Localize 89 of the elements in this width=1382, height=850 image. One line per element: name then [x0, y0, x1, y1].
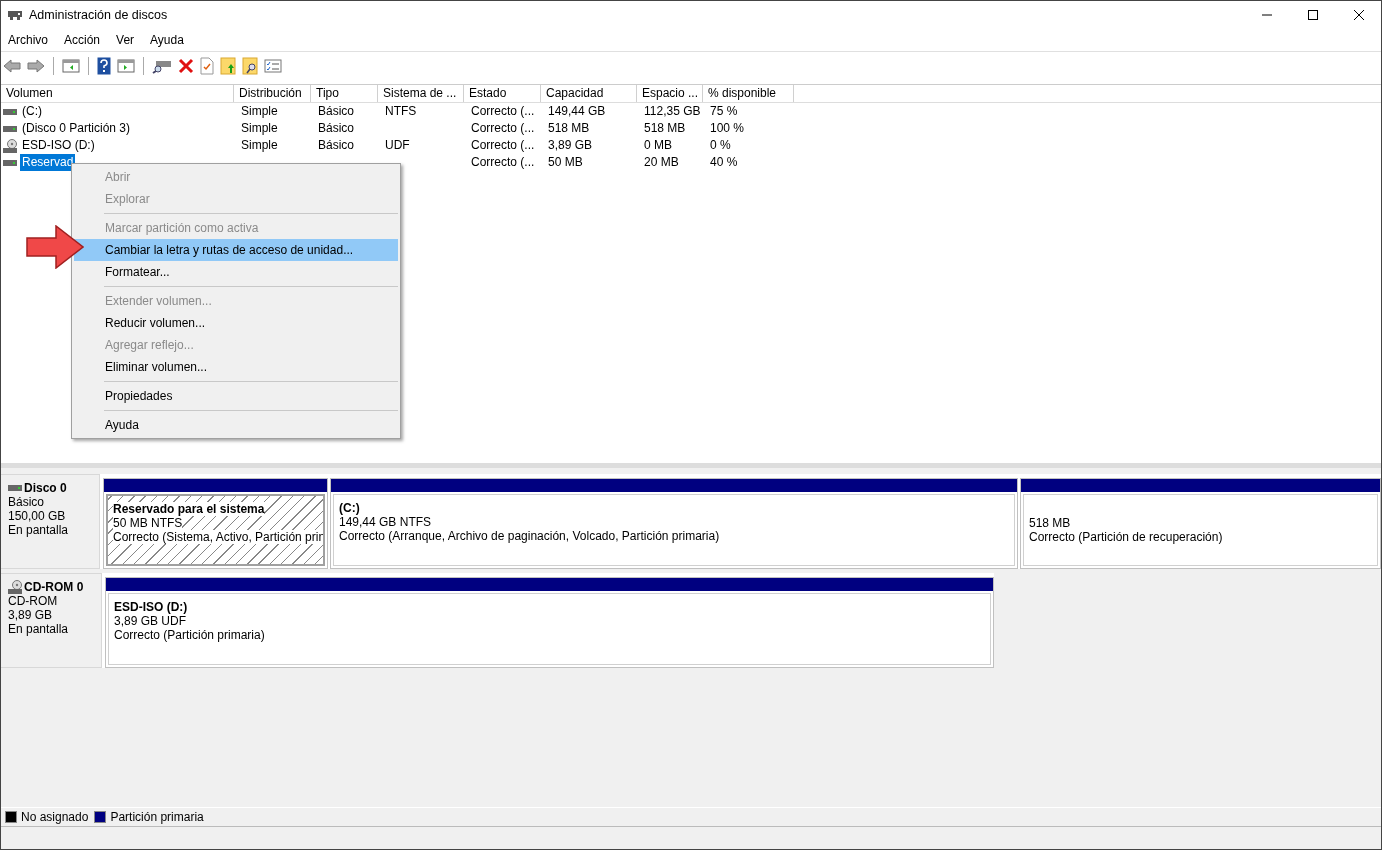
- table-cell: Correcto (...: [471, 137, 535, 154]
- help-icon[interactable]: [97, 57, 111, 75]
- menu-item[interactable]: Cambiar la letra y rutas de acceso de unidad...: [74, 239, 398, 261]
- menu-item[interactable]: Ver: [116, 33, 151, 47]
- volume-name[interactable]: (Disco 0 Partición 3): [20, 120, 133, 137]
- table-cell: Correcto (...: [471, 103, 535, 120]
- table-cell: 112,35 GB: [644, 103, 701, 120]
- table-cell: Básico: [318, 120, 355, 137]
- disk-type: CD-ROM: [8, 594, 59, 608]
- disk-status: En pantalla: [8, 622, 70, 636]
- cd-drive-icon: [8, 580, 22, 594]
- legend-label: Partición primaria: [110, 810, 204, 824]
- legend-label: No asignado: [21, 810, 89, 824]
- disk-size: 3,89 GB: [8, 608, 54, 622]
- column-header[interactable]: % disponible: [703, 85, 794, 102]
- table-cell: 20 MB: [644, 154, 679, 171]
- drive-icon: [8, 484, 22, 492]
- column-header[interactable]: Volumen: [1, 85, 234, 102]
- menu-item[interactable]: Ayuda: [74, 414, 398, 436]
- table-cell: 50 MB: [548, 154, 583, 171]
- menu-item[interactable]: Acción: [64, 33, 117, 47]
- partition-status: Correcto (Partición de recuperación): [1029, 530, 1224, 544]
- column-header[interactable]: Sistema de ...: [378, 85, 464, 102]
- drive-icon: [3, 124, 17, 133]
- partition-block[interactable]: 518 MB Correcto (Partición de recuperación): [1023, 494, 1378, 566]
- partition-name: Reservado para el sistema: [113, 502, 265, 516]
- document-check-icon[interactable]: [200, 57, 214, 75]
- drive-search-icon[interactable]: [152, 58, 172, 74]
- disk-name: Disco 0: [24, 481, 67, 495]
- menu-item[interactable]: Eliminar volumen...: [74, 356, 398, 378]
- maximize-icon[interactable]: [1307, 9, 1319, 21]
- delete-icon[interactable]: [178, 58, 194, 74]
- partition-size: 50 MB NTFS: [113, 516, 183, 530]
- menu-item[interactable]: Propiedades: [74, 385, 398, 407]
- partition-size: 3,89 GB UDF: [114, 614, 188, 628]
- disk-size: 150,00 GB: [8, 509, 67, 523]
- table-cell: 3,89 GB: [548, 137, 593, 154]
- panel-icon[interactable]: [117, 58, 135, 74]
- folder-search-icon[interactable]: [242, 57, 258, 75]
- volume-name[interactable]: ESD-ISO (D:): [20, 137, 97, 154]
- arrow-icon: [26, 225, 84, 269]
- table-cell: Correcto (...: [471, 120, 535, 137]
- checklist-icon[interactable]: [264, 58, 282, 74]
- partition-block[interactable]: ESD-ISO (D:) 3,89 GB UDF Correcto (Partición primaria): [108, 593, 991, 665]
- close-icon[interactable]: [1353, 9, 1365, 21]
- menu-item[interactable]: Formatear...: [74, 261, 398, 283]
- partition-block[interactable]: (C:) 149,44 GB NTFS Correcto (Arranque, Archivo de paginación, Volcado, Partición primaria): [333, 494, 1015, 566]
- cd-drive-icon: [3, 138, 17, 153]
- disk-name: CD-ROM 0: [24, 580, 84, 594]
- partition-name: (C:): [339, 501, 360, 515]
- table-cell: UDF: [385, 137, 410, 154]
- column-header[interactable]: Estado: [464, 85, 541, 102]
- table-cell: NTFS: [385, 103, 417, 120]
- disk-status: En pantalla: [8, 523, 70, 537]
- column-header[interactable]: Distribución: [234, 85, 311, 102]
- column-header[interactable]: Tipo: [311, 85, 378, 102]
- table-cell: 149,44 GB: [548, 103, 606, 120]
- table-cell: Básico: [318, 103, 355, 120]
- table-cell: 0 MB: [644, 137, 672, 154]
- menu-item[interactable]: Archivo: [8, 33, 64, 47]
- window-title: Administración de discos: [29, 8, 168, 22]
- drive-icon: [3, 107, 17, 116]
- volume-name[interactable]: Reservad: [20, 154, 76, 171]
- partition-name: ESD-ISO (D:): [114, 600, 188, 614]
- table-cell: 40 %: [710, 154, 738, 171]
- table-cell: Simple: [241, 137, 278, 154]
- panel-icon[interactable]: [62, 58, 80, 74]
- disk-type: Básico: [8, 495, 46, 509]
- forward-arrow-icon[interactable]: [27, 58, 45, 74]
- partition-size: 149,44 GB NTFS: [339, 515, 433, 529]
- table-cell: 75 %: [710, 103, 738, 120]
- partition-status: Correcto (Arranque, Archivo de paginación, Volcado, Partición primaria): [339, 529, 721, 543]
- column-header[interactable]: Capacidad: [541, 85, 637, 102]
- table-cell: Simple: [241, 120, 278, 137]
- table-cell: 518 MB: [644, 120, 686, 137]
- table-cell: Correcto (...: [471, 154, 535, 171]
- column-header[interactable]: Espacio ...: [637, 85, 703, 102]
- back-arrow-icon[interactable]: [3, 58, 21, 74]
- volume-name[interactable]: (C:): [20, 103, 44, 120]
- table-cell: Simple: [241, 103, 278, 120]
- table-cell: 100 %: [710, 120, 745, 137]
- partition-size: 518 MB: [1029, 516, 1072, 530]
- drive-icon: [3, 158, 17, 167]
- table-cell: Básico: [318, 137, 355, 154]
- menu-item[interactable]: Reducir volumen...: [74, 312, 398, 334]
- partition-status: Correcto (Partición primaria): [114, 628, 266, 642]
- table-cell: 518 MB: [548, 120, 590, 137]
- table-cell: 0 %: [710, 137, 731, 154]
- menu-item[interactable]: Ayuda: [150, 33, 200, 47]
